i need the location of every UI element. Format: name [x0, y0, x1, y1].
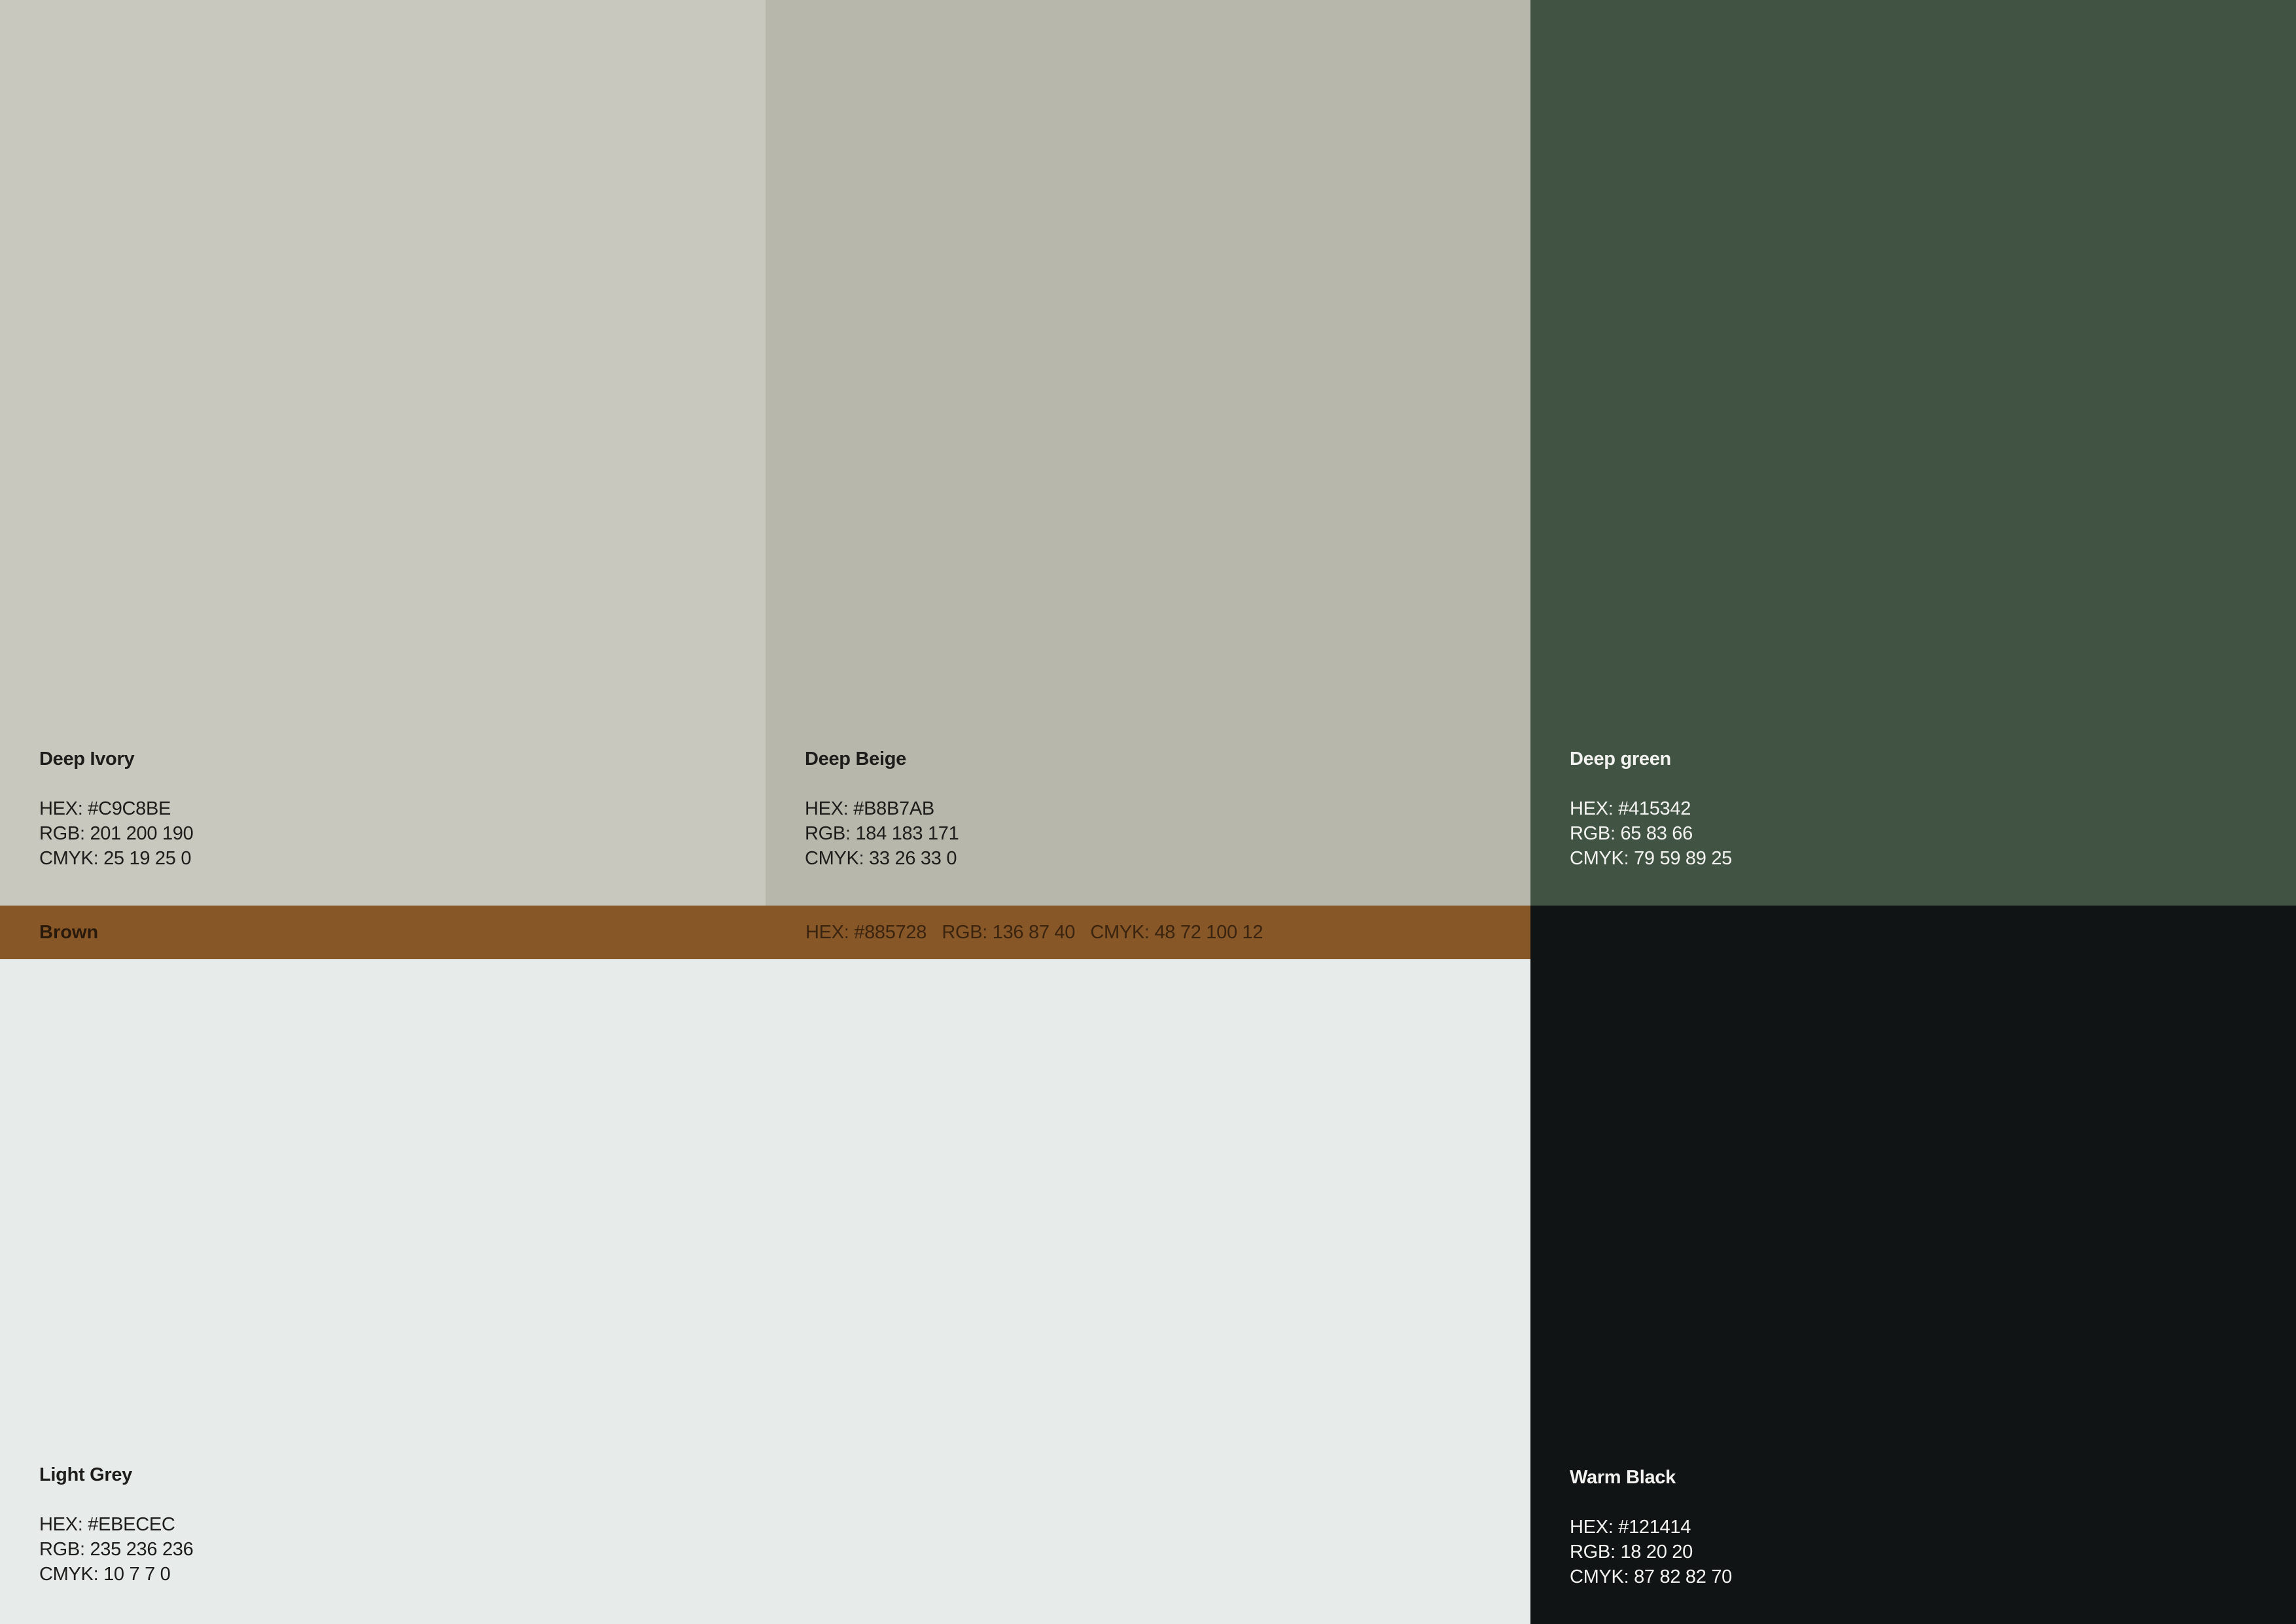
swatch-cmyk: CMYK: 79 59 89 25: [1570, 848, 1732, 869]
swatch-name: Deep green: [1570, 749, 1671, 769]
swatch-cmyk: CMYK: 33 26 33 0: [805, 848, 957, 869]
swatch-hex: HEX: #B8B7AB: [805, 798, 934, 819]
swatch-rgb: RGB: 184 183 171: [805, 823, 959, 844]
color-palette-page: Deep Ivory HEX: #C9C8BE RGB: 201 200 190…: [0, 0, 2296, 1624]
swatch-deep-green: Deep green HEX: #415342 RGB: 65 83 66 CM…: [1530, 0, 2296, 906]
swatch-rgb: RGB: 235 236 236: [39, 1539, 194, 1560]
swatch-label-deep-ivory: Deep Ivory HEX: #C9C8BE RGB: 201 200 190…: [39, 747, 194, 871]
swatch-cmyk: CMYK: 87 82 82 70: [1570, 1566, 1732, 1587]
swatch-hex: HEX: #121414: [1570, 1517, 1691, 1538]
swatch-rgb: RGB: 18 20 20: [1570, 1542, 1693, 1562]
swatch-rgb: RGB: 65 83 66: [1570, 823, 1693, 844]
swatch-deep-beige: Deep Beige HEX: #B8B7AB RGB: 184 183 171…: [766, 0, 1530, 906]
swatch-name: Deep Beige: [805, 749, 906, 769]
swatch-name: Warm Black: [1570, 1467, 1676, 1488]
swatch-label-light-grey: Light Grey HEX: #EBECEC RGB: 235 236 236…: [39, 1462, 194, 1587]
swatch-spec: HEX: #885728 RGB: 136 87 40 CMYK: 48 72 …: [805, 922, 1263, 943]
swatch-rgb: RGB: 201 200 190: [39, 823, 194, 844]
swatch-cmyk: CMYK: 25 19 25 0: [39, 848, 192, 869]
swatch-label-deep-green: Deep green HEX: #415342 RGB: 65 83 66 CM…: [1570, 747, 1732, 871]
swatch-hex: HEX: #EBECEC: [39, 1514, 175, 1535]
swatch-label-deep-beige: Deep Beige HEX: #B8B7AB RGB: 184 183 171…: [805, 747, 959, 871]
swatch-hex: HEX: #C9C8BE: [39, 798, 171, 819]
swatch-brown: Brown HEX: #885728 RGB: 136 87 40 CMYK: …: [0, 906, 1530, 959]
swatch-light-grey: Light Grey HEX: #EBECEC RGB: 235 236 236…: [0, 959, 1530, 1624]
swatch-label-warm-black: Warm Black HEX: #121414 RGB: 18 20 20 CM…: [1570, 1465, 1732, 1589]
swatch-name: Light Grey: [39, 1464, 133, 1485]
swatch-hex: HEX: #415342: [1570, 798, 1691, 819]
swatch-name: Deep Ivory: [39, 749, 135, 769]
swatch-warm-black: Warm Black HEX: #121414 RGB: 18 20 20 CM…: [1530, 906, 2296, 1624]
swatch-deep-ivory: Deep Ivory HEX: #C9C8BE RGB: 201 200 190…: [0, 0, 766, 906]
swatch-cmyk: CMYK: 10 7 7 0: [39, 1564, 171, 1585]
swatch-name: Brown: [39, 922, 99, 943]
